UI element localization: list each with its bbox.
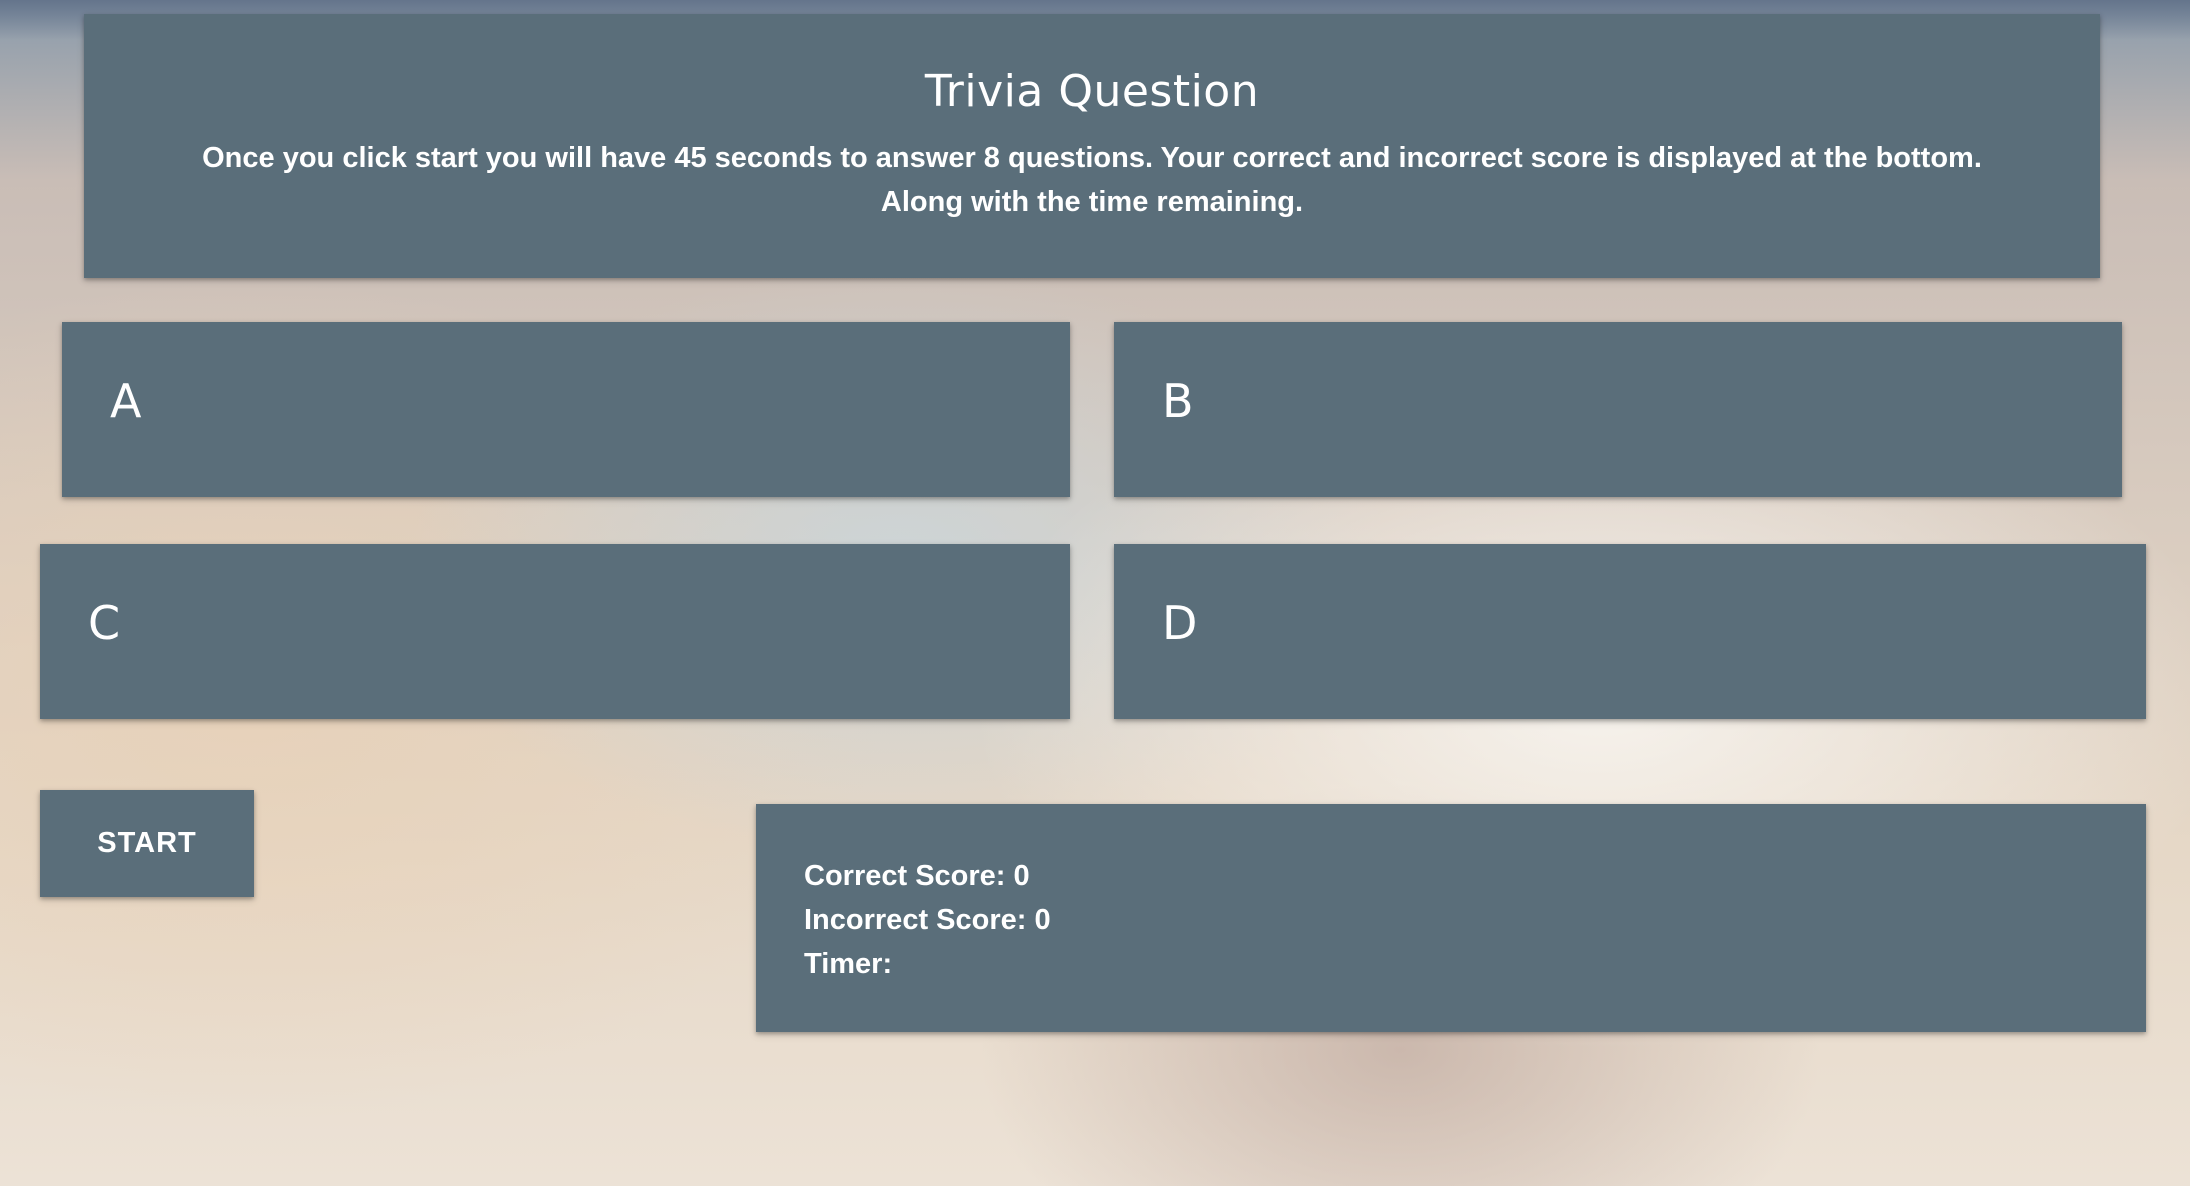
answer-option-c[interactable]: C [40,544,1070,719]
start-button[interactable]: START [40,790,254,897]
answer-label-d: D [1162,596,1198,650]
answer-option-b[interactable]: B [1114,322,2122,497]
page-title: Trivia Question [924,66,1260,117]
answer-label-c: C [88,596,121,650]
answer-option-a[interactable]: A [62,322,1070,497]
incorrect-score: Incorrect Score: 0 [804,904,1051,936]
answer-option-d[interactable]: D [1114,544,2146,719]
answer-label-b: B [1162,374,1194,428]
question-panel: Trivia Question Once you click start you… [84,14,2100,278]
timer-display: Timer: [804,948,893,980]
scoreboard-panel: Correct Score: 0 Incorrect Score: 0 Time… [756,804,2146,1032]
answer-label-a: A [110,374,142,428]
correct-score: Correct Score: 0 [804,860,1030,892]
instructions-text: Once you click start you will have 45 se… [202,142,1982,218]
